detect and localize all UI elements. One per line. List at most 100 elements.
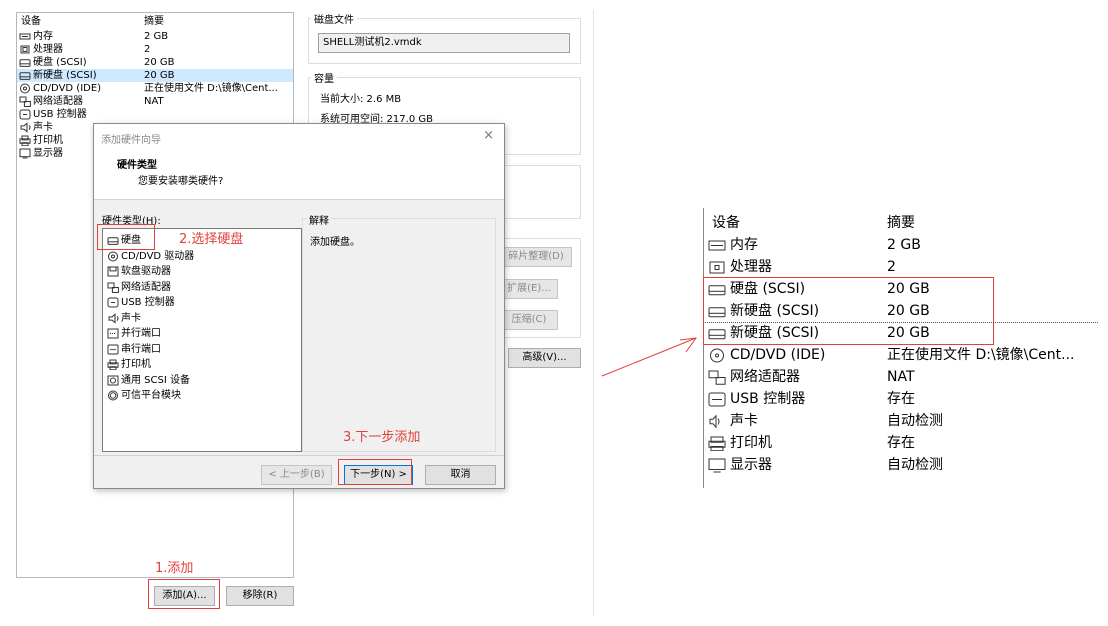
cd-icon [19, 83, 31, 94]
floppy-icon [107, 266, 119, 277]
annotation-step1: 1.添加 [155, 561, 194, 576]
device-name: 网络适配器 [33, 96, 83, 107]
device-name: USB 控制器 [33, 109, 87, 120]
result-device-summary: NAT [887, 369, 915, 385]
device-row[interactable]: 处理器 2 [17, 43, 293, 56]
device-row[interactable]: 新硬盘 (SCSI) 20 GB [17, 69, 293, 82]
printer-icon [708, 436, 726, 451]
network-icon [19, 96, 31, 107]
hardware-type-name: 声卡 [121, 312, 141, 324]
advanced-button[interactable]: 高级(V)... [508, 348, 581, 368]
hardware-type-list[interactable]: 硬盘 CD/DVD 驱动器 软盘驱动器 网络适配器 USB 控制器 声卡 并行端口 串行端口打… [102, 228, 302, 452]
result-device-summary: 存在 [887, 435, 915, 451]
device-row[interactable]: 网络适配器 NAT [17, 95, 293, 108]
disk-file-title: 磁盘文件 [311, 11, 357, 26]
annotation-box-next [338, 459, 412, 485]
explain-group: 解释 添加硬盘。 [302, 212, 496, 452]
hardware-type-name: 通用 SCSI 设备 [121, 374, 190, 386]
hardware-type-name: 软盘驱动器 [121, 266, 171, 277]
result-device-list: 设备 摘要 内存 2 GB 处理器 2 硬盘 (SCSI) 20 GB 新硬盘 (SCSI)… [703, 208, 1098, 488]
wizard-heading: 硬件类型 [117, 160, 157, 171]
result-device-name: 处理器 [730, 259, 772, 275]
hardware-type-name: 网络适配器 [121, 281, 171, 293]
expand-button[interactable]: 扩展(E)... [500, 279, 558, 299]
device-name: 硬盘 (SCSI) [33, 57, 87, 68]
disk-file-group: 磁盘文件 SHELL测试机2.vmdk [308, 11, 581, 64]
device-name: 显示器 [33, 148, 63, 159]
arrow-icon [601, 337, 698, 377]
disk-utilities-group: 碎片整理(D) 扩展(E)... 压缩(C) [500, 238, 581, 338]
parallel-icon [107, 328, 119, 339]
defrag-button[interactable]: 碎片整理(D) [500, 247, 572, 267]
tpm-icon [107, 390, 119, 401]
printer-icon [107, 359, 119, 370]
device-summary: 20 GB [144, 57, 175, 68]
compact-button[interactable]: 压缩(C) [500, 310, 558, 330]
wizard-button-divider [94, 455, 504, 456]
add-hardware-wizard: 添加硬件向导 × 硬件类型 您要安装哪类硬件? 硬件类型(H): 硬盘 CD/DV… [93, 123, 505, 489]
harddisk-icon [19, 70, 31, 81]
usb-icon [107, 297, 119, 308]
result-device-name: 网络适配器 [730, 369, 800, 385]
result-device-row: 显示器 自动检测 [704, 454, 1098, 476]
memory-icon [708, 238, 726, 253]
device-row[interactable]: USB 控制器 [17, 108, 293, 121]
network-icon [708, 370, 726, 385]
cd-icon [107, 251, 119, 262]
device-name: 内存 [33, 31, 53, 42]
cpu-icon [19, 44, 31, 55]
result-device-row: CD/DVD (IDE) 正在使用文件 D:\镜像\Cent... [704, 344, 1098, 366]
cd-icon [708, 348, 726, 363]
result-summary-column-header: 摘要 [887, 215, 915, 231]
device-row[interactable]: 硬盘 (SCSI) 20 GB [17, 56, 293, 69]
wizard-subheading: 您要安装哪类硬件? [138, 176, 224, 187]
result-device-summary: 存在 [887, 391, 915, 407]
monitor-icon [708, 458, 726, 473]
result-device-summary: 2 GB [887, 237, 921, 253]
annotation-box-new-disks [703, 277, 994, 345]
close-icon[interactable]: × [483, 128, 494, 143]
printer-icon [19, 135, 31, 146]
result-device-summary: 自动检测 [887, 457, 943, 473]
device-row[interactable]: CD/DVD (IDE) 正在使用文件 D:\镜像\Cent... [17, 82, 293, 95]
cpu-icon [708, 260, 726, 275]
device-summary: 2 GB [144, 31, 169, 42]
monitor-icon [19, 148, 31, 159]
cancel-button[interactable]: 取消 [425, 465, 496, 485]
result-device-name: 内存 [730, 237, 758, 253]
hardware-type-name: 并行端口 [121, 328, 161, 339]
result-device-name: 显示器 [730, 457, 772, 473]
sound-icon [19, 122, 31, 133]
explain-text: 添加硬盘。 [310, 237, 360, 248]
device-summary: 正在使用文件 D:\镜像\Cent... [144, 83, 278, 94]
result-device-name: 打印机 [730, 435, 772, 451]
sound-icon [107, 312, 119, 324]
hardware-type-name: 串行端口 [121, 343, 161, 355]
wizard-header: 硬件类型 您要安装哪类硬件? [94, 150, 504, 200]
result-device-row: 打印机 存在 [704, 432, 1098, 454]
focus-outline [703, 322, 1098, 323]
annotation-step3: 3.下一步添加 [343, 430, 421, 445]
device-name: 声卡 [33, 122, 53, 133]
remove-hardware-button[interactable]: 移除(R) [226, 586, 294, 606]
device-column-header[interactable]: 设备 [21, 15, 41, 29]
device-summary: 2 [144, 44, 151, 55]
device-summary: 20 GB [144, 70, 175, 81]
network-icon [107, 282, 119, 293]
serial-icon [107, 344, 119, 355]
annotation-box-harddisk [97, 224, 155, 250]
capacity-title: 容量 [311, 70, 337, 85]
sound-icon [708, 414, 726, 429]
result-device-name: CD/DVD (IDE) [730, 347, 826, 363]
wizard-title: 添加硬件向导 [101, 135, 161, 146]
disk-file-field[interactable]: SHELL测试机2.vmdk [318, 33, 570, 53]
explain-title: 解释 [307, 212, 331, 227]
result-device-name: 声卡 [730, 413, 758, 429]
device-row[interactable]: 内存 2 GB [17, 30, 293, 43]
device-name: 处理器 [33, 44, 63, 55]
result-device-name: USB 控制器 [730, 391, 806, 407]
result-device-row: 网络适配器 NAT [704, 366, 1098, 388]
back-button[interactable]: < 上一步(B) [261, 465, 332, 485]
result-device-summary: 正在使用文件 D:\镜像\Cent... [887, 347, 1075, 363]
summary-column-header[interactable]: 摘要 [144, 15, 164, 29]
